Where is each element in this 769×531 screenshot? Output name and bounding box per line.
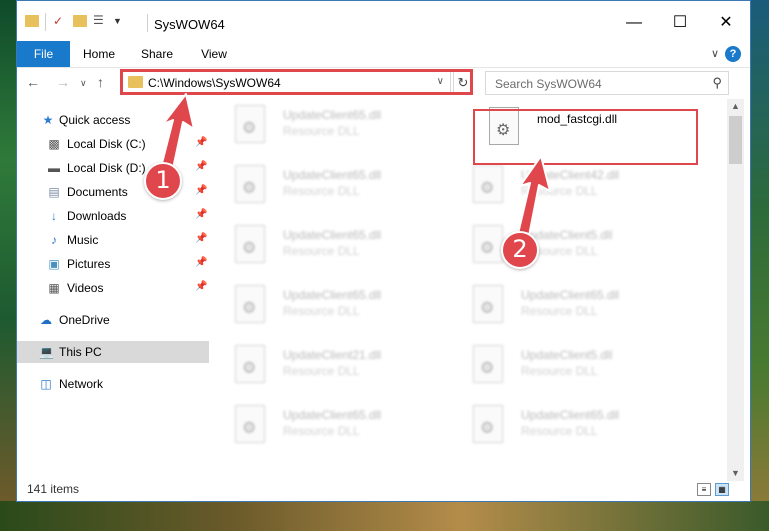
step-2-badge: 2	[501, 231, 539, 269]
step-1-badge: 1	[144, 162, 182, 200]
callout-arrows	[158, 93, 551, 242]
arrow-2	[516, 155, 551, 242]
